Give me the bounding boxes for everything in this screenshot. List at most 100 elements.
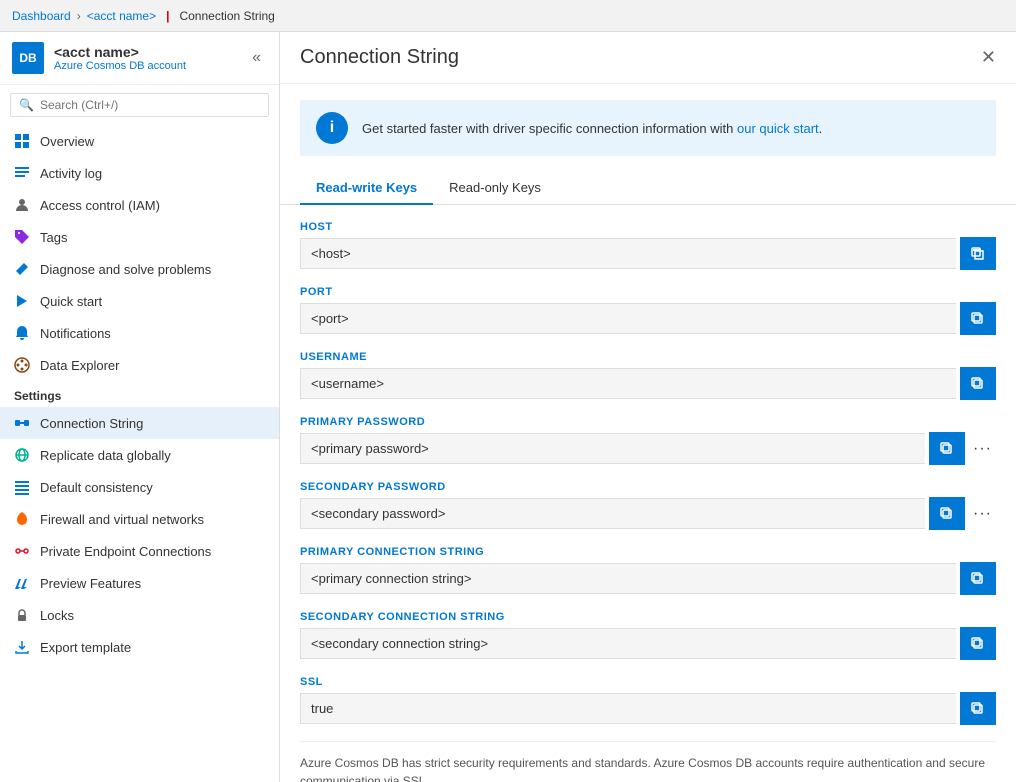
sidebar-item-export[interactable]: Export template [0,631,279,663]
sidebar-label-explorer: Data Explorer [40,358,119,373]
sidebar-item-activity[interactable]: Activity log [0,157,279,189]
sidebar-item-explorer[interactable]: Data Explorer [0,349,279,381]
content-header: Connection String ✕ [280,32,1016,84]
primary-password-copy-button[interactable] [929,432,965,465]
breadcrumb-divider: | [166,9,169,23]
sidebar-item-preview[interactable]: Preview Features [0,567,279,599]
field-group-username: USERNAME [300,351,996,400]
breadcrumb-dashboard[interactable]: Dashboard [12,9,71,23]
field-row-secondary-conn [300,627,996,660]
info-banner: i Get started faster with driver specifi… [300,100,996,156]
sidebar-logo: DB [12,42,44,74]
sidebar-label-consistency: Default consistency [40,480,153,495]
search-input[interactable] [40,98,260,112]
export-icon [14,639,30,655]
tags-icon [14,229,30,245]
breadcrumb-acct[interactable]: <acct name> [87,9,156,23]
field-group-primary-password: PRIMARY PASSWORD ··· [300,416,996,465]
field-group-secondary-conn: SECONDARY CONNECTION STRING [300,611,996,660]
sidebar-label-locks: Locks [40,608,74,623]
primary-password-input[interactable] [300,433,925,464]
field-group-port: PORT [300,286,996,335]
sidebar-label-access: Access control (IAM) [40,198,160,213]
sidebar-item-tags[interactable]: Tags [0,221,279,253]
sidebar-item-quickstart[interactable]: Quick start [0,285,279,317]
secondary-password-copy-button[interactable] [929,497,965,530]
field-row-primary-conn [300,562,996,595]
tab-readwrite[interactable]: Read-write Keys [300,172,433,205]
username-copy-button[interactable] [960,367,996,400]
sidebar-item-locks[interactable]: Locks [0,599,279,631]
sidebar-label-private: Private Endpoint Connections [40,544,211,559]
sidebar-item-firewall[interactable]: Firewall and virtual networks [0,503,279,535]
content-area: Connection String ✕ i Get started faster… [280,32,1016,782]
sidebar-nav: Overview Activity log Access control (IA… [0,125,279,782]
activity-icon [14,165,30,181]
field-group-ssl: SSL [300,676,996,725]
secondary-conn-input[interactable] [300,628,956,659]
port-input[interactable] [300,303,956,334]
breadcrumb-page: Connection String [179,9,274,23]
sidebar-item-overview[interactable]: Overview [0,125,279,157]
primary-password-more-button[interactable]: ··· [969,433,996,465]
access-icon [14,197,30,213]
connection-icon [14,415,30,431]
tabs-container: Read-write Keys Read-only Keys [280,172,1016,205]
field-label-ssl: SSL [300,676,996,688]
sidebar-label-firewall: Firewall and virtual networks [40,512,204,527]
sidebar-label-quickstart: Quick start [40,294,102,309]
sidebar-header: DB <acct name> Azure Cosmos DB account « [0,32,279,85]
field-group-primary-conn: PRIMARY CONNECTION STRING [300,546,996,595]
sidebar-label-tags: Tags [40,230,67,245]
sidebar-label-activity: Activity log [40,166,102,181]
tab-readonly[interactable]: Read-only Keys [433,172,557,205]
overview-icon [14,133,30,149]
field-label-host: HOST [300,221,996,233]
field-group-secondary-password: SECONDARY PASSWORD ··· [300,481,996,530]
sidebar-collapse-btn[interactable]: « [246,47,267,69]
secondary-password-input[interactable] [300,498,925,529]
close-button[interactable]: ✕ [981,47,996,68]
sidebar-item-access[interactable]: Access control (IAM) [0,189,279,221]
field-row-host [300,237,996,270]
host-input[interactable] [300,238,956,269]
field-label-secondary-password: SECONDARY PASSWORD [300,481,996,493]
sidebar-item-private[interactable]: Private Endpoint Connections [0,535,279,567]
info-icon: i [316,112,348,144]
breadcrumb: Dashboard › <acct name> | Connection Str… [0,0,1016,32]
ssl-input[interactable] [300,693,956,724]
sidebar-label-notifications: Notifications [40,326,111,341]
field-row-ssl [300,692,996,725]
host-copy-button[interactable] [960,237,996,270]
quickstart-link[interactable]: our quick start [737,121,819,136]
bottom-note: Azure Cosmos DB has strict security requ… [300,741,996,782]
sidebar-item-notifications[interactable]: Notifications [0,317,279,349]
field-row-username [300,367,996,400]
secondary-password-more-button[interactable]: ··· [969,498,996,530]
ssl-copy-button[interactable] [960,692,996,725]
search-box: 🔍 [10,93,269,117]
primary-conn-input[interactable] [300,563,956,594]
sidebar-item-replicate[interactable]: Replicate data globally [0,439,279,471]
secondary-conn-copy-button[interactable] [960,627,996,660]
sidebar-label-connection: Connection String [40,416,143,431]
sidebar-acct-name: <acct name> [54,44,236,60]
field-row-port [300,302,996,335]
sidebar-acct-subtitle: Azure Cosmos DB account [54,60,236,72]
private-icon [14,543,30,559]
breadcrumb-sep1: › [77,9,81,23]
sidebar-label-diagnose: Diagnose and solve problems [40,262,211,277]
field-row-primary-password: ··· [300,432,996,465]
port-copy-button[interactable] [960,302,996,335]
field-label-username: USERNAME [300,351,996,363]
username-input[interactable] [300,368,956,399]
sidebar-item-consistency[interactable]: Default consistency [0,471,279,503]
sidebar-title-area: <acct name> Azure Cosmos DB account [54,44,236,72]
sidebar-item-connection[interactable]: Connection String [0,407,279,439]
sidebar-item-diagnose[interactable]: Diagnose and solve problems [0,253,279,285]
sidebar-label-replicate: Replicate data globally [40,448,171,463]
primary-conn-copy-button[interactable] [960,562,996,595]
explorer-icon [14,357,30,373]
field-group-host: HOST [300,221,996,270]
sidebar-label-preview: Preview Features [40,576,141,591]
